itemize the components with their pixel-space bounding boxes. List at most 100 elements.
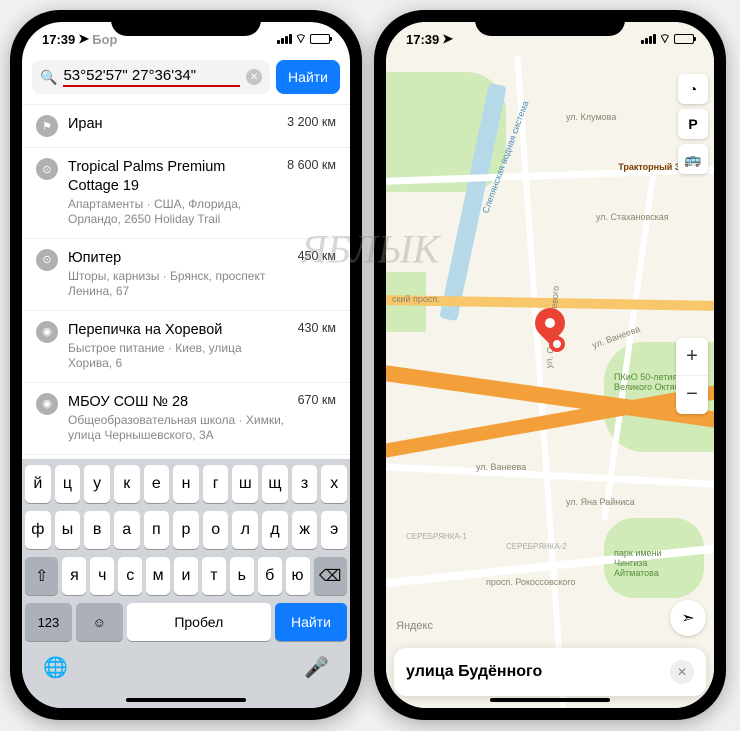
- map-label: ул. Стахановская: [596, 212, 669, 222]
- transit-button[interactable]: 🚌: [678, 144, 708, 174]
- food-icon: ◉: [36, 321, 58, 343]
- find-button[interactable]: Найти: [276, 60, 340, 94]
- battery-icon: [310, 34, 330, 44]
- map-label: СЕРЕБРЯНКА-2: [506, 542, 567, 551]
- result-panel-title: улица Будённого: [406, 663, 542, 681]
- key-letter[interactable]: н: [173, 465, 199, 503]
- key-emoji[interactable]: ☺: [76, 603, 123, 641]
- search-bar: 🔍 53°52'57" 27°36'34" ✕ Найти: [22, 56, 350, 104]
- key-letter[interactable]: е: [144, 465, 170, 503]
- key-letter[interactable]: л: [232, 511, 258, 549]
- map-label: просп. Рокоссовского: [486, 577, 575, 587]
- traffic-button[interactable]: ◔: [678, 74, 708, 104]
- key-letter[interactable]: ш: [232, 465, 258, 503]
- key-action[interactable]: Найти: [275, 603, 347, 641]
- key-abc[interactable]: 123: [25, 603, 72, 641]
- list-item[interactable]: ◉ Перепичка на Хоревой Быстрое питание ·…: [22, 311, 350, 383]
- key-space[interactable]: Пробел: [127, 603, 271, 641]
- screen-search: 17:39 ➤ Бор ⌔ 🔍 53°52'57" 27°36'34" ✕ На…: [22, 22, 350, 708]
- key-letter[interactable]: м: [146, 557, 170, 595]
- key-letter[interactable]: т: [202, 557, 226, 595]
- keyboard: йцукенгшщзх фывапролджэ ⇧ячсмитьбю⌫ 123 …: [22, 459, 350, 708]
- result-subtitle: Быстрое питание · Киев, улица Хорива, 6: [68, 341, 288, 372]
- key-letter[interactable]: щ: [262, 465, 288, 503]
- map-label: СЕРЕБРЯНКА-1: [406, 532, 467, 541]
- key-letter[interactable]: ы: [55, 511, 81, 549]
- phone-right: Тракторный Завод Слепянская водная систе…: [374, 10, 726, 720]
- school-icon: ◉: [36, 393, 58, 415]
- key-letter[interactable]: ф: [25, 511, 51, 549]
- battery-icon: [674, 34, 694, 44]
- key-letter[interactable]: х: [321, 465, 347, 503]
- mic-icon[interactable]: 🎤: [304, 655, 329, 680]
- map-label: парк имени Чингиза Айтматова: [614, 548, 694, 578]
- result-title: Юпитер: [68, 249, 288, 268]
- header-behind-text: Бор: [92, 32, 117, 47]
- list-item[interactable]: ⚑ Иран 3 200 км: [22, 105, 350, 148]
- zoom-controls: + −: [676, 338, 708, 414]
- key-letter[interactable]: ь: [230, 557, 254, 595]
- list-item[interactable]: ◉ МБОУ СОШ № 28 Общеобразовательная школ…: [22, 383, 350, 455]
- zoom-out-button[interactable]: −: [676, 376, 708, 414]
- close-icon[interactable]: ✕: [670, 660, 694, 684]
- home-indicator[interactable]: [126, 698, 246, 702]
- flag-icon: ⚑: [36, 115, 58, 137]
- key-letter[interactable]: с: [118, 557, 142, 595]
- result-title: Перепичка на Хоревой: [68, 321, 288, 340]
- signal-icon: [277, 34, 292, 44]
- key-letter[interactable]: п: [144, 511, 170, 549]
- result-title: МБОУ СОШ № 28: [68, 393, 288, 412]
- result-title: Tropical Palms Premium Cottage 19: [68, 158, 277, 196]
- key-letter[interactable]: к: [114, 465, 140, 503]
- zoom-in-button[interactable]: +: [676, 338, 708, 376]
- key-letter[interactable]: я: [62, 557, 86, 595]
- map-canvas[interactable]: Тракторный Завод Слепянская водная систе…: [386, 22, 714, 708]
- location-arrow-icon: ➤: [442, 31, 453, 47]
- key-letter[interactable]: э: [321, 511, 347, 549]
- result-panel[interactable]: улица Будённого ✕: [394, 648, 706, 696]
- compass-icon: ➣: [681, 608, 694, 628]
- key-letter[interactable]: з: [292, 465, 318, 503]
- key-letter[interactable]: в: [84, 511, 110, 549]
- key-letter[interactable]: ч: [90, 557, 114, 595]
- key-letter[interactable]: о: [203, 511, 229, 549]
- place-icon: ⊙: [36, 158, 58, 180]
- notch: [475, 10, 625, 36]
- phone-left: 17:39 ➤ Бор ⌔ 🔍 53°52'57" 27°36'34" ✕ На…: [10, 10, 362, 720]
- list-item[interactable]: ⊙ Tropical Palms Premium Cottage 19 Апар…: [22, 148, 350, 239]
- map-side-controls: ◔ P 🚌: [678, 74, 708, 174]
- search-input-text[interactable]: 53°52'57" 27°36'34": [63, 67, 240, 87]
- clear-icon[interactable]: ✕: [246, 69, 262, 85]
- home-indicator[interactable]: [490, 698, 610, 702]
- key-letter[interactable]: г: [203, 465, 229, 503]
- result-subtitle: Апартаменты · США, Флорида, Орландо, 265…: [68, 197, 277, 228]
- wifi-icon: ⌔: [295, 31, 307, 47]
- globe-icon[interactable]: 🌐: [43, 655, 68, 680]
- key-shift[interactable]: ⇧: [25, 557, 58, 595]
- notch: [111, 10, 261, 36]
- key-letter[interactable]: д: [262, 511, 288, 549]
- key-letter[interactable]: б: [258, 557, 282, 595]
- key-letter[interactable]: у: [84, 465, 110, 503]
- key-letter[interactable]: й: [25, 465, 51, 503]
- key-letter[interactable]: и: [174, 557, 198, 595]
- key-backspace[interactable]: ⌫: [314, 557, 347, 595]
- result-subtitle: Шторы, карнизы · Брянск, проспект Ленина…: [68, 269, 288, 300]
- locate-button[interactable]: ➣: [670, 600, 706, 636]
- result-distance: 430 км: [298, 321, 336, 335]
- signal-icon: [641, 34, 656, 44]
- key-letter[interactable]: а: [114, 511, 140, 549]
- search-field[interactable]: 🔍 53°52'57" 27°36'34" ✕: [32, 60, 270, 94]
- key-letter[interactable]: р: [173, 511, 199, 549]
- map-label: ул. Ванеева: [476, 462, 526, 472]
- key-letter[interactable]: ж: [292, 511, 318, 549]
- key-letter[interactable]: ц: [55, 465, 81, 503]
- map-label: ский просп.: [392, 294, 440, 304]
- results-list: ⚑ Иран 3 200 км ⊙ Tropical Palms Premium…: [22, 104, 350, 455]
- result-subtitle: Общеобразовательная школа · Химки, улица…: [68, 413, 288, 444]
- map-attribution: Яндекс: [396, 620, 433, 632]
- parking-button[interactable]: P: [678, 109, 708, 139]
- result-distance: 8 600 км: [287, 158, 336, 172]
- list-item[interactable]: ⊙ Юпитер Шторы, карнизы · Брянск, проспе…: [22, 239, 350, 311]
- key-letter[interactable]: ю: [286, 557, 310, 595]
